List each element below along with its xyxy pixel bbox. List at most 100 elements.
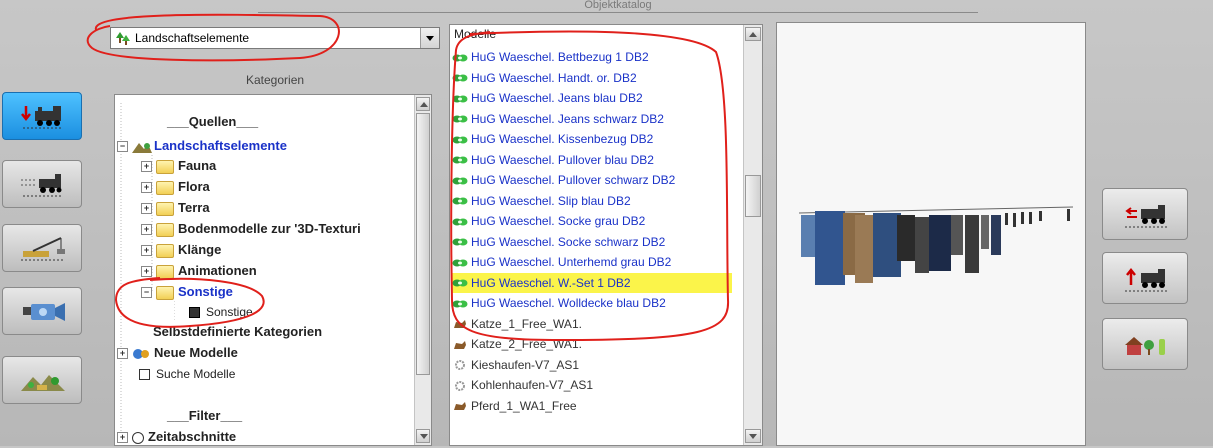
category-select[interactable]: Landschaftselemente: [110, 27, 440, 49]
tree-item-filter[interactable]: ___Filter___: [167, 407, 242, 425]
tree-item-quellen[interactable]: ___Quellen___: [167, 113, 258, 131]
model-item-label: HuG Waeschel. Kissenbezug DB2: [471, 132, 654, 146]
tree-item-sonstige-sub[interactable]: Sonstige: [189, 303, 253, 321]
model-item[interactable]: Pferd_1_WA1_Free: [452, 396, 732, 416]
insert-model-button[interactable]: [2, 92, 82, 140]
landscape-icon: [132, 142, 152, 153]
scroll-up-button[interactable]: [416, 97, 430, 111]
model-item[interactable]: Katze_1_Free_WA1.: [452, 314, 732, 334]
track-locomotive-button[interactable]: [2, 160, 82, 208]
new-models-icon: [133, 348, 149, 359]
category-box-icon: [189, 307, 200, 319]
chevron-down-icon[interactable]: [420, 28, 439, 48]
crane-icon: [21, 237, 65, 261]
locomotive-up-icon: [1125, 267, 1169, 292]
model-item[interactable]: HuG Waeschel. Handt. or. DB2: [452, 68, 732, 88]
model-item[interactable]: Katze_2_Free_WA1.: [452, 334, 732, 354]
model-item-label: HuG Waeschel. Jeans blau DB2: [471, 91, 643, 105]
expand-icon[interactable]: +: [141, 224, 152, 236]
model-item[interactable]: HuG Waeschel. Wolldecke blau DB2: [452, 293, 732, 313]
collapse-icon[interactable]: −: [141, 287, 152, 299]
model-item[interactable]: HuG Waeschel. Socke schwarz DB2: [452, 232, 732, 252]
model-item[interactable]: HuG Waeschel. Socke grau DB2: [452, 211, 732, 231]
model-item-label: HuG Waeschel. Handt. or. DB2: [471, 70, 637, 85]
lift-model-button[interactable]: [1102, 252, 1188, 304]
model-link-icon: [452, 54, 468, 62]
tree-item-fauna[interactable]: + Fauna: [141, 157, 216, 175]
model-item-label: HuG Waeschel. Wolldecke blau DB2: [471, 296, 666, 310]
model-item[interactable]: HuG Waeschel. W.-Set 1 DB2: [452, 272, 732, 293]
tree-item-animationen[interactable]: + Animationen: [141, 262, 257, 280]
model-item[interactable]: HuG Waeschel. Slip blau DB2: [452, 191, 732, 211]
tree-item-terra[interactable]: + Terra: [141, 199, 210, 217]
model-item[interactable]: HuG Waeschel. Bettbezug 1 DB2: [452, 47, 732, 67]
model-link-icon: [452, 300, 468, 308]
models-list[interactable]: Modelle HuG Waeschel. Bettbezug 1 DB2 HuG…: [449, 24, 763, 446]
camera-button[interactable]: [2, 287, 82, 335]
tree-scrollbar[interactable]: [414, 95, 431, 445]
expand-icon[interactable]: +: [141, 203, 152, 215]
model-item[interactable]: Kohlenhaufen-V7_AS1: [452, 375, 732, 395]
locomotive-replace-icon: [1125, 205, 1169, 228]
edit-object-button[interactable]: [1102, 318, 1188, 370]
models-scrollbar[interactable]: [743, 25, 762, 445]
scroll-up-button[interactable]: [745, 27, 761, 41]
window-title: Objektkatalog: [258, 0, 978, 13]
tree-item-sonstige[interactable]: − Sonstige: [141, 283, 233, 301]
landscape-icon: [21, 375, 65, 391]
model-item-label: Kohlenhaufen-V7_AS1: [471, 378, 594, 392]
animal-icon: [454, 340, 466, 349]
animal-icon: [454, 320, 466, 329]
model-item[interactable]: HuG Waeschel. Unterhemd grau DB2: [452, 252, 732, 272]
folder-icon: [156, 243, 174, 258]
model-link-icon: [452, 115, 468, 123]
tree-item-bodenmodelle[interactable]: + Bodenmodelle zur '3D-Texturi: [141, 220, 361, 238]
tree-item-landschaftselemente[interactable]: − Landschaftselemente: [117, 137, 287, 155]
model-item-label: Pferd_1_WA1_Free: [471, 398, 577, 413]
gear-icon: [455, 380, 465, 391]
model-item-label: HuG Waeschel. Slip blau DB2: [471, 193, 631, 208]
crane-button[interactable]: [2, 224, 82, 272]
tree-item-neue-modelle[interactable]: + Neue Modelle: [117, 344, 238, 362]
gear-icon: [455, 360, 465, 371]
model-link-icon: [452, 74, 468, 82]
tree-item-zeitabschnitte[interactable]: + Zeitabschnitte: [117, 428, 236, 445]
tree-item-suche-modelle[interactable]: Suche Modelle: [139, 365, 235, 383]
model-link-icon: [452, 279, 468, 287]
model-item[interactable]: Kieshaufen-V7_AS1: [452, 355, 732, 375]
expand-icon[interactable]: +: [141, 266, 152, 278]
expand-icon[interactable]: +: [141, 161, 152, 173]
checkbox-icon[interactable]: [139, 369, 150, 381]
model-link-icon: [452, 259, 468, 267]
replace-model-button[interactable]: [1102, 188, 1188, 240]
model-link-icon: [452, 95, 468, 103]
category-tree[interactable]: ___Quellen___ − Landschaftselemente + Faun…: [114, 94, 432, 446]
model-item[interactable]: HuG Waeschel. Jeans schwarz DB2: [452, 109, 732, 129]
expand-icon[interactable]: +: [117, 348, 128, 360]
landscape-button[interactable]: [2, 356, 82, 404]
model-link-icon: [452, 218, 468, 226]
model-item[interactable]: HuG Waeschel. Pullover schwarz DB2: [452, 170, 732, 190]
model-item-label: Kieshaufen-V7_AS1: [471, 357, 580, 372]
scroll-down-button[interactable]: [745, 429, 761, 443]
models-header: Modelle: [454, 27, 497, 41]
model-item[interactable]: HuG Waeschel. Pullover blau DB2: [452, 150, 732, 170]
scroll-thumb[interactable]: [416, 113, 430, 375]
model-item-label: HuG Waeschel. Socke grau DB2: [471, 214, 646, 228]
expand-icon[interactable]: +: [141, 182, 152, 194]
collapse-icon[interactable]: −: [117, 141, 128, 153]
scroll-thumb[interactable]: [745, 175, 761, 217]
tree-item-klaenge[interactable]: + Klänge: [141, 241, 221, 259]
model-link-icon: [452, 238, 468, 246]
scroll-down-button[interactable]: [416, 429, 430, 443]
model-item-label: Katze_1_Free_WA1.: [471, 316, 582, 331]
expand-icon[interactable]: +: [141, 245, 152, 257]
model-item[interactable]: HuG Waeschel. Jeans blau DB2: [452, 88, 732, 108]
locomotive-down-icon: [21, 106, 63, 129]
tree-item-flora[interactable]: + Flora: [141, 178, 210, 196]
expand-icon[interactable]: +: [117, 432, 128, 444]
clock-icon: [132, 431, 144, 444]
model-item[interactable]: HuG Waeschel. Kissenbezug DB2: [452, 129, 732, 149]
open-folder-icon: [156, 285, 174, 300]
tree-item-selbstdefinierte[interactable]: Selbstdefinierte Kategorien: [153, 323, 322, 341]
